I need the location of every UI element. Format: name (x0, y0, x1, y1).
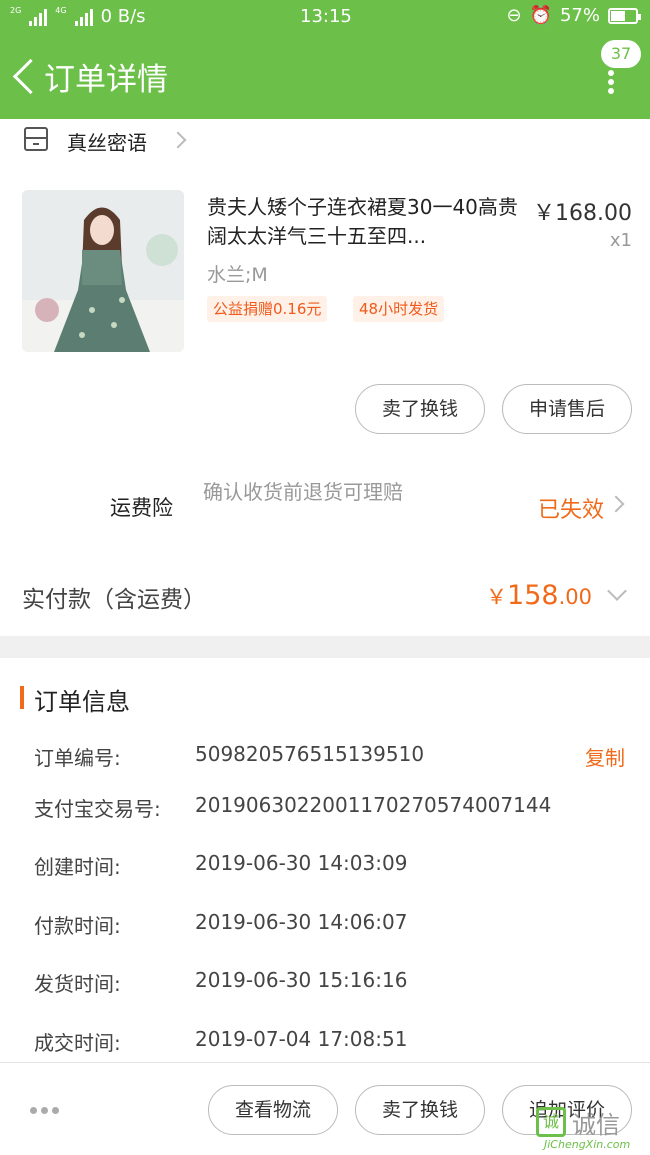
shipped-time-label: 发货时间: (34, 972, 121, 996)
status-bar: 2G 4G 0 B/s 13:15 ⊖ ⏰ 57% (0, 0, 650, 34)
message-count-badge[interactable]: 37 (599, 38, 643, 70)
shipping-tag: 48小时发货 (353, 296, 445, 322)
product-title: 贵夫人矮个子连衣裙夏30一40高贵阔太太洋气三十五至四... (207, 195, 518, 248)
payment-currency: ￥ (486, 585, 508, 609)
shop-row[interactable]: 真丝密语 (0, 119, 650, 163)
product-price: ￥168.00 (533, 201, 632, 226)
paid-time-value: 2019-06-30 14:06:07 (195, 910, 408, 934)
order-number-value: 509820576515139510 (195, 742, 425, 766)
alarm-icon: ⏰ (529, 5, 552, 26)
network-speed: 0 B/s (100, 6, 146, 27)
add-review-button[interactable]: 追加评价 (502, 1085, 632, 1135)
chevron-down-icon (607, 581, 627, 601)
apply-after-sale-button[interactable]: 申请售后 (502, 384, 632, 434)
more-actions-button[interactable] (30, 1107, 59, 1114)
section-accent-bar (20, 686, 24, 709)
deal-time-label: 成交时间: (34, 1031, 121, 1055)
order-info-title: 订单信息 (34, 688, 130, 716)
view-logistics-button[interactable]: 查看物流 (208, 1085, 338, 1135)
payment-amount-dec: .00 (558, 585, 592, 609)
network-type-label: 2G (10, 6, 22, 15)
chevron-right-icon (607, 495, 625, 513)
shipping-insurance-desc: 确认收货前退货可理赔 (203, 480, 403, 504)
chevron-right-icon (169, 131, 187, 149)
product-sku: 水兰;M (207, 264, 268, 286)
header: 订单详情 37 (0, 34, 650, 119)
sell-for-cash-button-bottom[interactable]: 卖了换钱 (355, 1085, 485, 1135)
product-item[interactable]: 贵夫人矮个子连衣裙夏30一40高贵阔太太洋气三十五至四... ￥168.00 x… (0, 175, 650, 365)
copy-order-number-button[interactable]: 复制 (585, 742, 625, 771)
battery-fill (611, 10, 625, 21)
section-divider (0, 636, 650, 658)
created-time-value: 2019-06-30 14:03:09 (195, 851, 408, 875)
bottom-action-bar: 查看物流 卖了换钱 追加评价 (0, 1062, 650, 1155)
battery-icon (608, 7, 641, 24)
payment-label: 实付款（含运费） (22, 587, 206, 613)
signal-icon (29, 8, 48, 26)
payment-row[interactable]: 实付款（含运费） ￥158.00 (0, 560, 650, 636)
back-button[interactable] (10, 56, 40, 96)
product-image[interactable] (22, 190, 184, 352)
alipay-trade-value: 2019063022001170270574007144 (195, 793, 552, 817)
sell-for-cash-button[interactable]: 卖了换钱 (355, 384, 485, 434)
paid-time-label: 付款时间: (34, 914, 121, 938)
payment-amount-int: 158 (507, 580, 559, 611)
product-quantity: x1 (609, 230, 632, 251)
status-left: 2G 4G 0 B/s (10, 6, 146, 27)
deal-time-value: 2019-07-04 17:08:51 (195, 1027, 408, 1051)
shop-icon (24, 127, 48, 151)
page-title: 订单详情 (44, 62, 168, 98)
order-number-label: 订单编号: (34, 746, 121, 770)
alipay-trade-label: 支付宝交易号: (34, 797, 161, 821)
status-time: 13:15 (300, 6, 352, 27)
lock-rotation-icon: ⊖ (506, 5, 522, 26)
status-right: ⊖ ⏰ 57% (506, 5, 641, 26)
shipped-time-value: 2019-06-30 15:16:16 (195, 968, 408, 992)
network-type-label-2: 4G (55, 6, 67, 15)
signal-icon-2 (74, 8, 93, 26)
charity-tag: 公益捐赠0.16元 (207, 296, 328, 322)
shipping-insurance-status[interactable]: 已失效 (538, 492, 604, 524)
more-menu-button[interactable] (606, 70, 616, 94)
created-time-label: 创建时间: (34, 855, 121, 879)
battery-percent: 57% (559, 5, 600, 26)
shop-name: 真丝密语 (67, 131, 147, 155)
payment-amount: ￥158.00 (486, 580, 592, 611)
shipping-insurance-label: 运费险 (110, 496, 173, 520)
